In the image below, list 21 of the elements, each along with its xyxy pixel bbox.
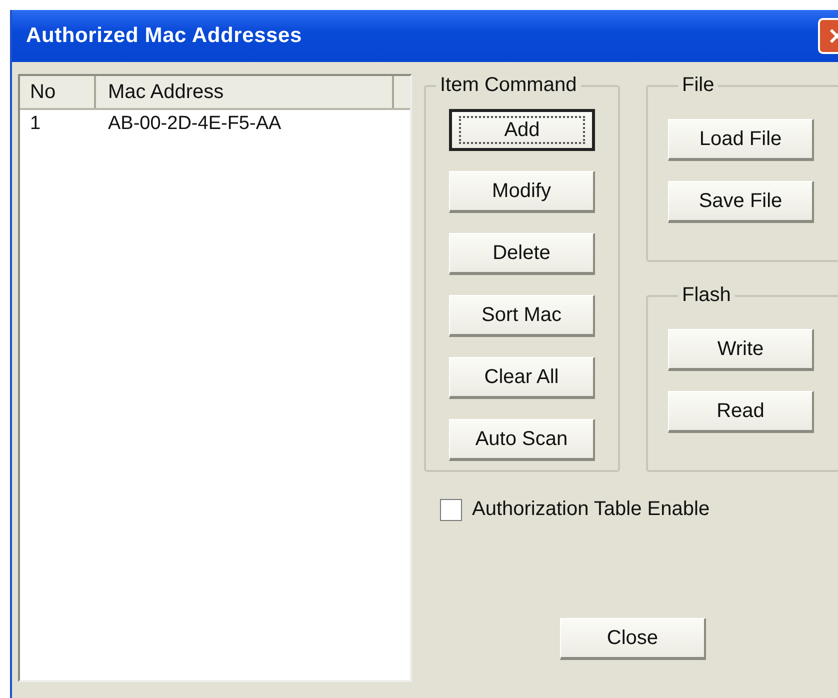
group-title: Flash <box>681 284 732 307</box>
group-title: Item Command <box>439 74 578 97</box>
flash-button[interactable]: Write <box>668 329 814 371</box>
command-button[interactable]: Modify <box>449 171 595 213</box>
command-button[interactable]: Auto Scan <box>449 419 595 461</box>
file-button[interactable]: Save File <box>668 181 814 223</box>
checkbox[interactable] <box>440 498 462 520</box>
command-button[interactable]: Add <box>449 109 595 151</box>
flash-button[interactable]: Read <box>668 391 814 433</box>
command-button[interactable]: Delete <box>449 233 595 275</box>
column-header[interactable]: Mac Address <box>96 76 394 108</box>
window-title: Authorized Mac Addresses <box>26 24 302 48</box>
group-title: File <box>681 74 716 97</box>
close-dialog-button[interactable]: Close <box>560 618 706 660</box>
checkbox-label[interactable]: Authorization Table Enable <box>472 498 710 521</box>
table-cell-text: AB-00-2D-4E-F5-AA <box>107 113 282 135</box>
column-header[interactable]: No <box>20 76 96 108</box>
command-button[interactable]: Sort Mac <box>449 295 595 337</box>
table-cell-text: 1 <box>29 113 42 135</box>
file-button[interactable]: Load File <box>668 119 814 161</box>
command-button[interactable]: Clear All <box>449 357 595 399</box>
